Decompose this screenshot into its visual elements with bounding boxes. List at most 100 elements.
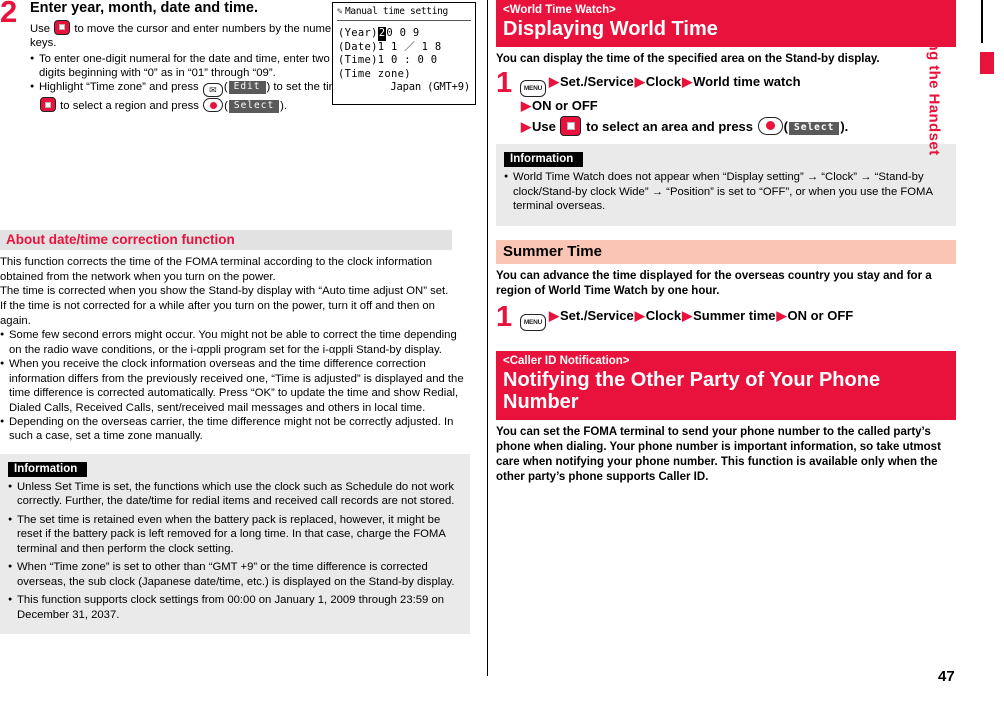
step-number: 2 xyxy=(0,0,18,29)
step-intro-suffix: to move the cursor and enter numbers by … xyxy=(30,22,344,50)
arrow-icon: ▶ xyxy=(634,73,645,89)
menu-key-icon: MENU xyxy=(520,79,546,97)
section-header-subtitle: <World Time Watch> xyxy=(503,4,616,16)
section-header-title: Notifying the Other Party of Your Phone … xyxy=(503,369,881,414)
section-header-caller-id: <Caller ID Notification> Notifying the O… xyxy=(496,350,956,420)
field-label: (Time zone) xyxy=(338,67,411,80)
about-bullet-list: Some few second errors might occur. You … xyxy=(0,328,466,444)
phone-field-date: (Date)1 1 ／ 1 8 xyxy=(338,41,475,55)
list-item: Unless Set Time is set, the functions wh… xyxy=(8,480,462,509)
bullet-text: To enter one-digit numeral for the date … xyxy=(39,52,330,80)
caller-id-lead: You can set the FOMA terminal to send yo… xyxy=(496,425,941,483)
field-label: (Year) xyxy=(338,27,378,39)
field-value: 1 1 ／ 1 8 xyxy=(377,40,442,53)
menu-path-item: ON or OFF xyxy=(532,97,598,113)
arrow-icon: ▶ xyxy=(521,118,531,134)
operation-suffix: ). xyxy=(840,118,849,134)
operation-line-1: MENU ▶Set./Service▶Clock▶Summer time▶ON o… xyxy=(520,307,956,331)
section-header-title: Displaying World Time xyxy=(503,18,718,41)
bullet-seg-3: to select a region and press xyxy=(60,100,199,113)
arrow-icon: ▶ xyxy=(549,307,559,323)
phone-field-time: (Time)1 0 : 0 0 xyxy=(338,54,475,68)
right-column: <World Time Watch> Displaying World Time… xyxy=(496,0,956,680)
pencil-icon: ✎ xyxy=(337,6,343,17)
arrow-icon: ▶ xyxy=(521,97,531,113)
page-number: 47 xyxy=(938,668,955,685)
information-box-right: Information World Time Watch does not ap… xyxy=(496,144,956,226)
operation-step-world-time: 1 MENU ▶Set./Service▶Clock▶World time wat… xyxy=(496,68,956,137)
phone-field-year: (Year)20 0 9 xyxy=(338,27,475,41)
softkey-edit-label: Edit xyxy=(228,81,266,95)
softkey-select-label: Select xyxy=(228,100,280,114)
information-bullet-list: Unless Set Time is set, the functions wh… xyxy=(8,480,462,622)
list-item: The set time is retained even when the b… xyxy=(8,513,462,556)
phone-field-timezone: (Time zone) xyxy=(338,68,475,82)
operation-prefix: Use xyxy=(532,118,556,134)
list-item: When you receive the clock information o… xyxy=(0,357,466,415)
field-label: (Time) xyxy=(338,54,378,66)
arrow-icon: ▶ xyxy=(682,307,693,323)
arrow-icon: ▶ xyxy=(682,73,693,89)
menu-key-icon: MENU xyxy=(520,313,546,331)
information-box-left: Information Unless Set Time is set, the … xyxy=(0,453,470,634)
left-column: 2 Enter year, month, date and time. Use … xyxy=(0,0,478,680)
menu-path-item: Set./Service xyxy=(560,73,634,89)
information-label: Information xyxy=(8,461,88,477)
list-item: To enter one-digit numeral for the date … xyxy=(30,52,357,81)
phone-screen-titlebar: ✎ Manual time setting xyxy=(337,5,471,21)
about-paragraph: This function corrects the time of the F… xyxy=(0,255,432,283)
operation-line-3: ▶Use to select an area and press (Select… xyxy=(520,115,956,137)
side-tab: Before Using the Handset xyxy=(926,0,1004,701)
menu-path-item: ON or OFF xyxy=(787,307,854,323)
column-divider xyxy=(487,0,488,676)
phone-screen-title: Manual time setting xyxy=(345,6,448,17)
phone-screen-fields: (Year)20 0 9 (Date)1 1 ／ 1 8 (Time)1 0 :… xyxy=(338,27,475,81)
paren-open-3: ( xyxy=(783,118,788,134)
navigation-key-icon xyxy=(54,19,71,35)
operation-step-number: 1 xyxy=(496,66,513,99)
operation-step-number: 1 xyxy=(496,300,513,333)
list-item: Depending on the overseas carrier, the t… xyxy=(0,415,466,444)
bullet-seg-1: Highlight “Time zone” and press xyxy=(39,81,199,94)
field-value: 0 0 9 xyxy=(386,27,420,39)
summer-time-lead: You can advance the time displayed for t… xyxy=(496,269,932,297)
section-header-world-time: <World Time Watch> Displaying World Time xyxy=(496,0,956,47)
phone-field-timezone-value: Japan (GMT+9) xyxy=(390,81,470,93)
arrow-icon: ▶ xyxy=(549,73,559,89)
menu-path-item: Summer time xyxy=(693,307,776,323)
list-item: Some few second errors might occur. You … xyxy=(0,328,466,357)
menu-path-item: World time watch xyxy=(693,73,801,89)
menu-path-item: Set./Service xyxy=(560,307,634,323)
side-tab-label: Before Using the Handset xyxy=(925,0,943,156)
list-item: This function supports clock settings fr… xyxy=(8,593,462,622)
center-select-key-icon xyxy=(757,116,783,135)
step-intro: Use to move the cursor and enter numbers… xyxy=(30,19,348,51)
bullet-seg-4: ). xyxy=(280,100,288,113)
section-heading-about: About date/time correction function xyxy=(0,229,452,250)
arrow-icon: ▶ xyxy=(776,307,787,323)
navigation-key-icon xyxy=(40,97,56,113)
arrow-icon: ▶ xyxy=(634,307,645,323)
operation-line-1: MENU ▶Set./Service▶Clock▶World time watch xyxy=(520,73,956,97)
field-label: (Date) xyxy=(338,40,378,53)
paren-open-2: ( xyxy=(224,100,228,113)
step-intro-prefix: Use xyxy=(30,22,51,35)
list-item: When “Time zone” is set to other than “G… xyxy=(8,560,462,589)
world-time-lead: You can display the time of the specifie… xyxy=(496,52,880,65)
navigation-key-icon xyxy=(560,115,582,136)
phone-screenshot: ✎ Manual time setting (Year)20 0 9 (Date)… xyxy=(332,2,476,105)
operation-line-2: ▶ON or OFF xyxy=(520,97,956,116)
field-value: 1 0 : 0 0 xyxy=(377,54,438,66)
paren-open: ( xyxy=(223,81,228,94)
menu-path-item: Clock xyxy=(645,307,682,323)
about-paragraphs: This function corrects the time of the F… xyxy=(0,255,466,328)
operation-step-summer-time: 1 MENU ▶Set./Service▶Clock▶Summer time▶ON… xyxy=(496,302,956,331)
mail-key-icon: ✉ xyxy=(202,83,223,98)
about-paragraph: The time is corrected when you show the … xyxy=(0,285,449,298)
menu-path-item: Clock xyxy=(645,73,682,89)
about-section: About date/time correction function This… xyxy=(0,229,478,444)
information-bullet-list: World Time Watch does not appear when “D… xyxy=(504,170,948,213)
softkey-select-label: Select xyxy=(789,121,840,135)
manual-page: 2 Enter year, month, date and time. Use … xyxy=(0,0,1004,701)
about-paragraph: If the time is not corrected for a while… xyxy=(0,299,435,327)
